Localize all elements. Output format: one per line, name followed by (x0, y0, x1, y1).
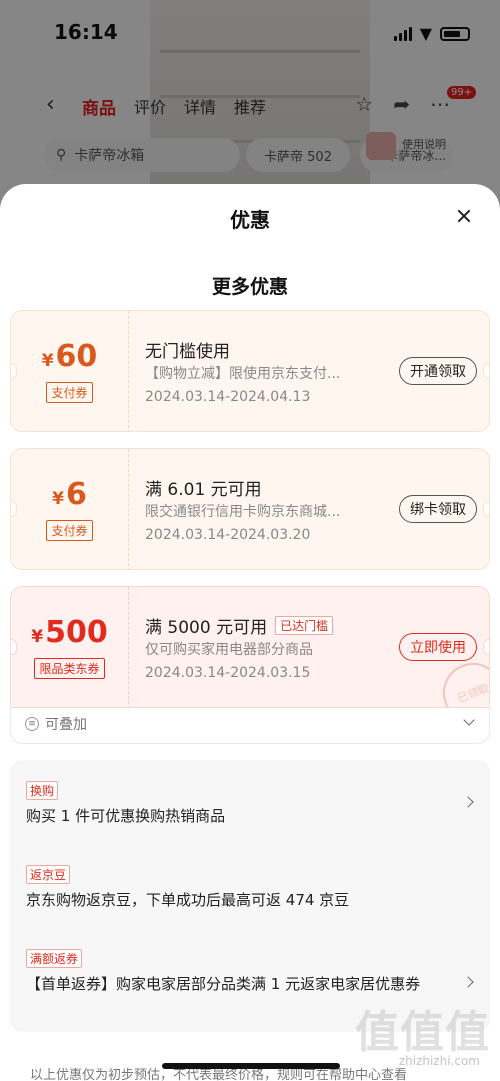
discount-sheet: 优惠 更多优惠 ¥60 支付券 无门槛使用 【购物立减】限使用京东支付... 2… (0, 184, 500, 1081)
promo-tag: 换购 (26, 781, 59, 800)
promo-text: 购买 1 件可优惠换购热销商品 (26, 807, 226, 825)
bind-card-claim-button[interactable]: 绑卡领取 (399, 495, 477, 523)
open-claim-button[interactable]: 开通领取 (399, 357, 477, 385)
coupon-type: 支付券 (46, 519, 93, 541)
promo-item[interactable]: 满额返券 【首单返券】购家电家居部分品类满 1 元返家电家居优惠券 (26, 948, 474, 996)
close-icon[interactable] (454, 206, 474, 226)
threshold-reached-tag: 已达门槛 (275, 616, 334, 635)
coupon-card: ¥60 支付券 无门槛使用 【购物立减】限使用京东支付... 2024.03.1… (10, 310, 490, 432)
use-now-button[interactable]: 立即使用 (399, 633, 477, 661)
coupon-date: 2024.03.14-2024.03.15 (145, 665, 311, 681)
coupon-amount: ¥6 (52, 476, 87, 512)
promo-text: 京东购物返京豆，下单成功后最高可返 474 京豆 (26, 891, 350, 909)
promo-list: 换购 购买 1 件可优惠换购热销商品 返京豆 京东购物返京豆，下单成功后最高可返… (10, 760, 490, 1032)
stackable-label: 可叠加 (45, 716, 87, 733)
promo-tag: 满额返券 (26, 949, 83, 968)
coupon-amount: ¥60 (41, 338, 98, 374)
coupon-desc: 【购物立减】限使用京东支付... (145, 366, 341, 382)
stack-icon: ≡ (25, 716, 39, 731)
coupon-desc: 限交通银行信用卡购京东商城... (145, 504, 341, 520)
coupon-amount: ¥500 (31, 614, 108, 650)
section-title: 更多优惠 (211, 276, 288, 298)
coupon-title: 满 6.01 元可用 (145, 480, 262, 500)
coupon-card: ¥500 限品类东券 满 5000 元可用 已达门槛 仅可购买家用电器部分商品 … (10, 586, 490, 708)
coupon-title: 无门槛使用 (145, 342, 230, 362)
promo-text: 【首单返券】购家电家居部分品类满 1 元返家电家居优惠券 (26, 975, 421, 993)
coupon-card: ¥6 支付券 满 6.01 元可用 限交通银行信用卡购京东商城... 2024.… (10, 448, 490, 570)
home-indicator[interactable] (162, 1063, 340, 1069)
coupon-type: 支付券 (46, 381, 93, 403)
promo-item: 返京豆 京东购物返京豆，下单成功后最高可返 474 京豆 (26, 864, 466, 912)
coupon-desc: 仅可购买家用电器部分商品 (145, 642, 313, 658)
chevron-down-icon[interactable] (463, 714, 475, 726)
watermark-url: zhizhizhi.com (398, 1054, 480, 1068)
coupon-type: 限品类东券 (34, 657, 105, 679)
stackable-row[interactable]: ≡ 可叠加 (10, 704, 490, 744)
promo-item[interactable]: 换购 购买 1 件可优惠换购热销商品 (26, 780, 474, 828)
watermark-logo: 值值值 (355, 1007, 490, 1058)
coupon-date: 2024.03.14-2024.04.13 (145, 389, 311, 405)
coupon-date: 2024.03.14-2024.03.20 (145, 527, 311, 543)
promo-tag: 返京豆 (26, 865, 71, 884)
sheet-title: 优惠 (230, 208, 270, 232)
coupon-title: 满 5000 元可用 (145, 618, 268, 638)
